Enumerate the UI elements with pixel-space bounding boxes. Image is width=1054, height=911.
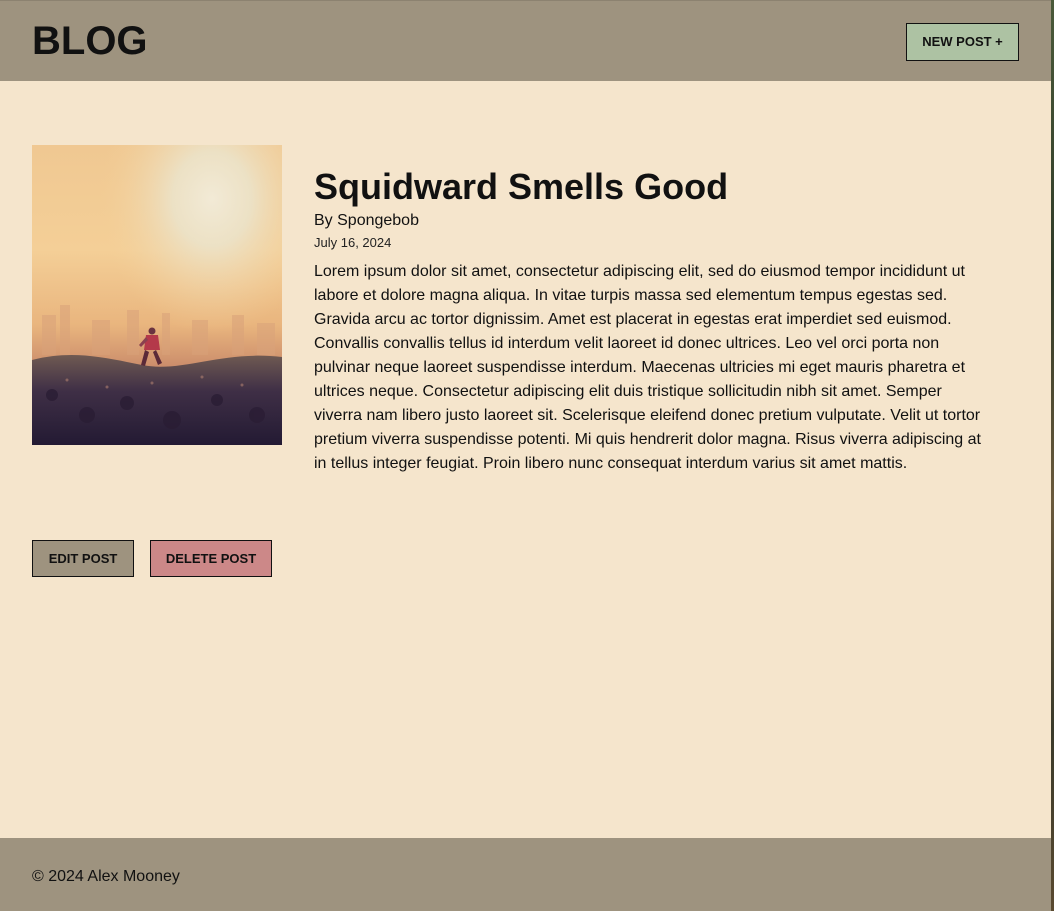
site-header: BLOG NEW POST + bbox=[0, 0, 1051, 81]
post-date: July 16, 2024 bbox=[314, 235, 392, 250]
footer-copyright: © 2024 Alex Mooney bbox=[32, 868, 180, 885]
page: BLOG NEW POST + Squidward Smells Good By… bbox=[0, 0, 1051, 911]
post-image bbox=[32, 145, 282, 445]
site-logo-text[interactable]: BLOG bbox=[32, 19, 148, 63]
post-author: By Spongebob bbox=[314, 212, 419, 229]
post-title: Squidward Smells Good bbox=[314, 166, 729, 207]
site-footer: © 2024 Alex Mooney bbox=[0, 838, 1051, 911]
delete-post-button[interactable]: DELETE POST bbox=[150, 540, 272, 577]
post-photo-graphic bbox=[32, 145, 282, 445]
post-body: Lorem ipsum dolor sit amet, consectetur … bbox=[314, 263, 981, 472]
edit-post-button[interactable]: EDIT POST bbox=[32, 540, 134, 577]
new-post-button[interactable]: NEW POST + bbox=[906, 23, 1019, 61]
